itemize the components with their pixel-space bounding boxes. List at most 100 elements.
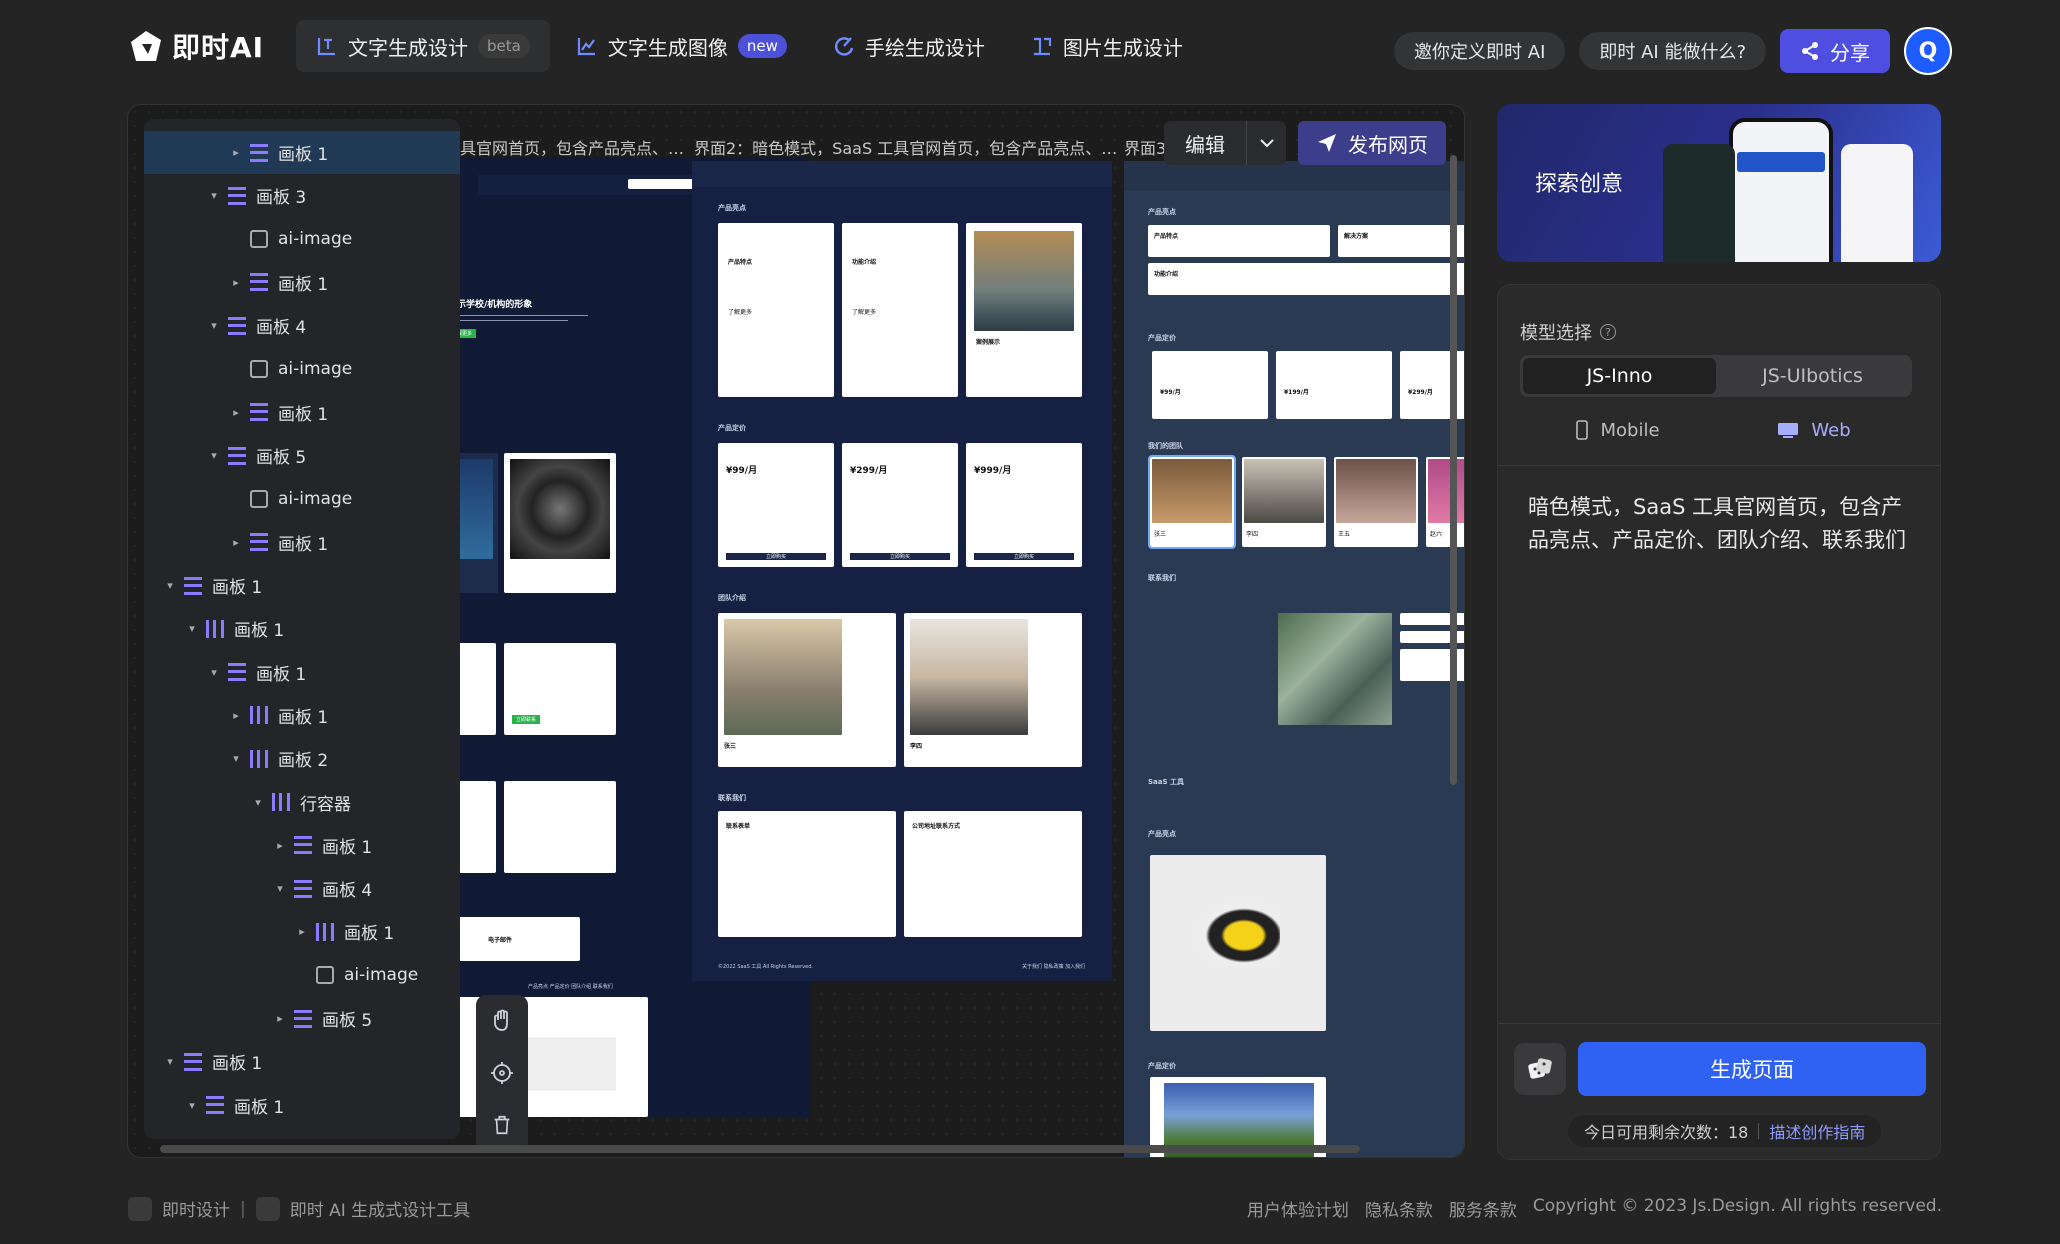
layer-row[interactable]: ▸ 画板 1 [144, 824, 460, 867]
layer-row[interactable]: ▾ 画板 3 [144, 174, 460, 217]
mock2-plan-button[interactable]: 立即购买 [726, 553, 826, 560]
header-actions: 邀你定义即时 AI 即时 AI 能做什么? 分享 Q [1394, 27, 1952, 75]
footer-link-ux-plan[interactable]: 用户体验计划 [1247, 1196, 1349, 1221]
mock2-plan-button[interactable]: 立即购买 [850, 553, 950, 560]
layer-label: 画板 5 [322, 1011, 373, 1031]
nav-label: 文字生成图像 [607, 35, 728, 60]
device-option-mobile[interactable]: Mobile [1520, 407, 1716, 453]
capability-button[interactable]: 即时 AI 能做什么? [1579, 32, 1766, 70]
mock2-team-name: 张三 [724, 743, 737, 750]
model-option-js-inno[interactable]: JS-Inno [1523, 358, 1716, 394]
layer-row[interactable]: ▾ 画板 5 [144, 434, 460, 477]
caret-down-icon[interactable]: ▾ [164, 1055, 176, 1068]
caret-right-icon[interactable]: ▸ [230, 146, 242, 159]
caret-down-icon[interactable]: ▾ [208, 189, 220, 202]
layer-row[interactable]: ▾ 画板 4 [144, 867, 460, 910]
caret-right-icon[interactable]: ▸ [230, 709, 242, 722]
mock2-more-link[interactable]: 了解更多 [852, 307, 876, 316]
image-layer-icon [316, 966, 334, 985]
mock3-sec-pricing: 产品定价 [1148, 334, 1176, 342]
column-layer-icon [206, 619, 224, 638]
locate-icon[interactable] [487, 1058, 517, 1088]
vertical-scrollbar[interactable] [1450, 155, 1457, 785]
caret-down-icon[interactable]: ▾ [186, 1099, 198, 1112]
nav-image-to-design[interactable]: 图片生成设计 [1011, 20, 1203, 72]
screen-caption-3: 界面3 [1124, 139, 1167, 158]
layer-row[interactable]: ▸ 画板 1 [144, 261, 460, 304]
phone-mockup-right [1841, 144, 1913, 262]
layer-row[interactable]: ▸ 画板 1 [144, 910, 460, 953]
frame-layer-icon [184, 1052, 202, 1071]
device-label: Mobile [1600, 419, 1660, 441]
caret-down-icon[interactable]: ▾ [186, 622, 198, 635]
caret-right-icon[interactable]: ▸ [230, 276, 242, 289]
caret-down-icon[interactable]: ▾ [164, 579, 176, 592]
user-avatar[interactable]: Q [1904, 27, 1952, 75]
layer-row[interactable]: ai-image [144, 348, 460, 391]
device-option-web[interactable]: Web [1716, 407, 1912, 453]
layer-row[interactable]: ai-image [144, 954, 460, 997]
random-prompt-button[interactable] [1514, 1043, 1566, 1095]
generate-page-button[interactable]: 生成页面 [1578, 1042, 1926, 1096]
dice-icon [1528, 1058, 1552, 1079]
model-option-js-uibotics[interactable]: JS-UIbotics [1716, 358, 1909, 394]
layer-row[interactable]: ▾ 画板 1 [144, 564, 460, 607]
edit-button[interactable]: 编辑 [1164, 121, 1246, 165]
mock2-more-link[interactable]: 了解更多 [728, 307, 752, 316]
trash-icon[interactable] [487, 1110, 517, 1140]
layer-row[interactable]: ▸ 画板 1 [144, 521, 460, 564]
layer-row[interactable]: ▾ 画板 1 [144, 651, 460, 694]
publish-button[interactable]: 发布网页 [1298, 121, 1446, 165]
footer-brand-2[interactable]: 即时 AI 生成式设计工具 [290, 1196, 470, 1221]
edit-controls: 编辑 发布网页 [1164, 121, 1446, 165]
caret-down-icon[interactable]: ▾ [252, 796, 264, 809]
brand-logo[interactable]: 即时AI [128, 26, 264, 66]
layer-row[interactable]: ▸ 画板 1 [144, 131, 460, 174]
explore-banner[interactable]: 探索创意 [1497, 104, 1941, 262]
caret-right-icon[interactable]: ▸ [274, 839, 286, 852]
nav-sketch-to-design[interactable]: 手绘生成设计 [813, 20, 1005, 72]
caret-right-icon[interactable]: ▸ [230, 406, 242, 419]
nav-text-to-image[interactable]: 文字生成图像 new [556, 20, 807, 72]
caret-down-icon[interactable]: ▾ [208, 666, 220, 679]
caret-right-icon[interactable]: ▸ [274, 1012, 286, 1025]
caret-down-icon[interactable]: ▾ [208, 449, 220, 462]
mock2-plan-price: ¥299/月 [850, 466, 888, 476]
footer-link-terms[interactable]: 服务条款 [1449, 1196, 1517, 1221]
layer-row[interactable]: ▾ 画板 2 [144, 737, 460, 780]
layer-label: 画板 5 [256, 448, 307, 469]
layer-row[interactable]: ▾ 行容器 [144, 781, 460, 824]
help-icon[interactable]: ? [1600, 324, 1616, 340]
footer-link-privacy[interactable]: 隐私条款 [1365, 1196, 1433, 1221]
share-button[interactable]: 分享 [1780, 29, 1890, 73]
invite-button[interactable]: 邀你定义即时 AI [1394, 32, 1566, 70]
caret-down-icon[interactable]: ▾ [230, 752, 242, 765]
edit-dropdown-button[interactable] [1246, 121, 1286, 165]
design-canvas[interactable]: 展示学校/机构的形象 了解更多 立即联系 电子邮件 产品亮点 产品定价 团队介绍… [127, 104, 1465, 1158]
guide-link[interactable]: 描述创作指南 [1769, 1119, 1865, 1143]
mock2-plan-button[interactable]: 立即购买 [974, 553, 1074, 560]
layer-row[interactable]: ▸ 画板 5 [144, 997, 460, 1040]
caret-right-icon[interactable]: ▸ [230, 536, 242, 549]
preview-page-3[interactable]: 产品亮点 产品特点 解决方案 功能介绍 产品定价 ¥99/月 ¥199/月 ¥2… [1124, 161, 1464, 1157]
layer-row[interactable]: ▾ 画板 1 [144, 607, 460, 650]
mock2-contact-form-title: 联系表单 [726, 823, 751, 830]
caret-down-icon[interactable]: ▾ [208, 319, 220, 332]
layer-row[interactable]: ▸ 画板 1 [144, 391, 460, 434]
footer-brand-1[interactable]: 即时设计 [162, 1196, 230, 1221]
preview-page-2[interactable]: 产品亮点 产品特点 了解更多 功能介绍 了解更多 案例展示 产品定价 ¥99/月… [692, 161, 1112, 981]
nav-text-to-design[interactable]: 文字生成设计 beta [296, 20, 550, 72]
layer-row[interactable]: ai-image [144, 477, 460, 520]
hand-tool-icon[interactable] [487, 1006, 517, 1036]
caret-down-icon[interactable]: ▾ [274, 882, 286, 895]
caret-right-icon[interactable]: ▸ [296, 925, 308, 938]
prompt-textarea[interactable]: 暗色模式，SaaS 工具官网首页，包含产品亮点、产品定价、团队介绍、联系我们 [1528, 491, 1918, 557]
image-layer-icon [250, 489, 268, 508]
layer-row[interactable]: ai-image [144, 218, 460, 261]
horizontal-scrollbar[interactable] [160, 1145, 1360, 1153]
layer-row[interactable]: ▾ 画板 1 [144, 1040, 460, 1083]
layer-row[interactable]: ▾ 画板 4 [144, 304, 460, 347]
layer-row[interactable]: ▸ 画板 1 [144, 694, 460, 737]
layer-row[interactable]: ▾ 画板 1 [144, 1084, 460, 1127]
nav-label: 手绘生成设计 [864, 35, 985, 60]
